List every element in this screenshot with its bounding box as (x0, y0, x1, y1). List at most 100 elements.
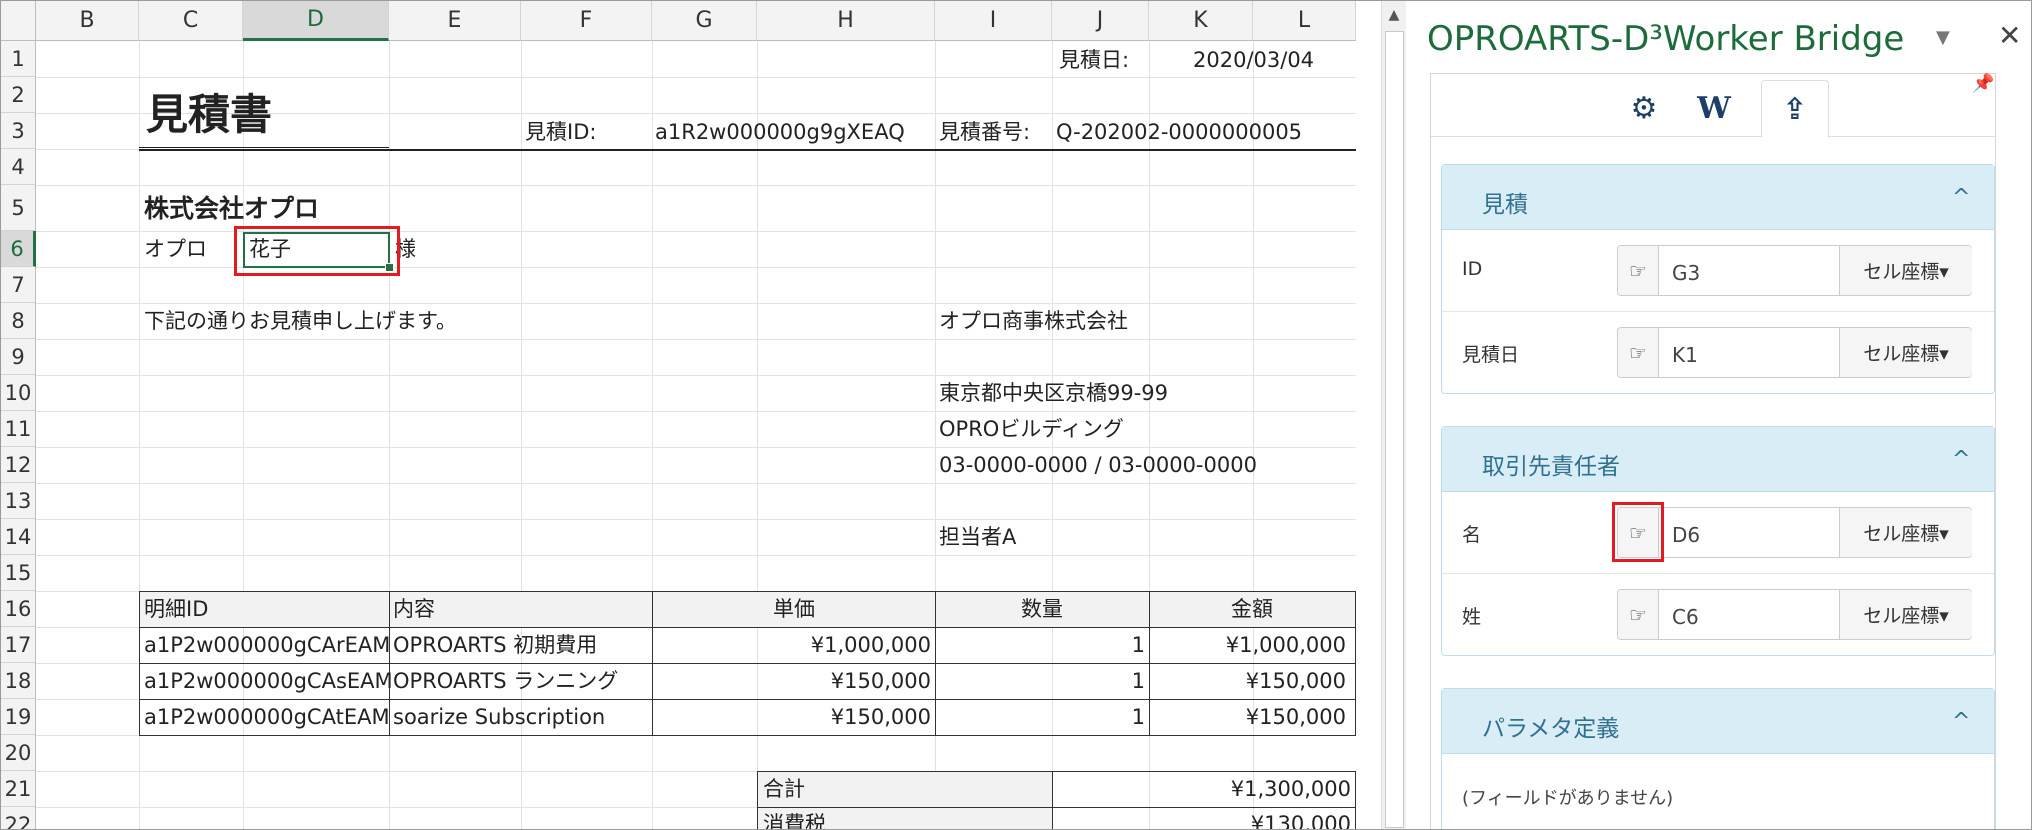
column-header-g[interactable]: G (652, 1, 757, 41)
quote-id-label: 見積ID: (525, 120, 597, 144)
section-parameters-header[interactable]: パラメタ定義 ^ (1442, 689, 1994, 754)
select-all-corner[interactable] (1, 1, 36, 41)
section-contact-header[interactable]: 取引先責任者 ^ (1442, 427, 1994, 492)
column-header-d[interactable]: D (243, 1, 389, 41)
column-header-k[interactable]: K (1149, 1, 1253, 41)
vertical-scrollbar[interactable]: ▲ (1381, 1, 1406, 829)
cell-mode-dropdown[interactable]: セル座標▾ (1839, 508, 1972, 557)
cell-address-input[interactable] (1670, 260, 1784, 286)
row-header-6[interactable]: 6 (1, 231, 36, 267)
table-row-2-amount: ¥150,000 (1245, 669, 1346, 693)
tab-word-icon[interactable]: W (1681, 80, 1747, 136)
section-parameters: パラメタ定義 ^ (フィールドがありません) (1441, 688, 1995, 829)
quote-no-value: Q-202002-0000000005 (1056, 120, 1303, 144)
column-header-b[interactable]: B (36, 1, 139, 41)
quote-no-label: 見積番号: (939, 120, 1031, 144)
field-input-group: ☞ セル座標▾ (1617, 327, 1972, 378)
cell-address-input[interactable] (1670, 604, 1784, 630)
row-header-17[interactable]: 17 (1, 627, 36, 663)
collapse-caret-icon[interactable]: ^ (1952, 185, 1970, 210)
row-header-20[interactable]: 20 (1, 735, 36, 771)
table-row-1-id: a1P2w000000gCArEAM (144, 633, 391, 657)
row-header-9[interactable]: 9 (1, 339, 36, 375)
field-row-first-name: 名 ☞ セル座標▾ (1442, 492, 1994, 574)
column-header-l[interactable]: L (1253, 1, 1356, 41)
table-row-3-content: soarize Subscription (393, 705, 606, 729)
row-header-3[interactable]: 3 (1, 113, 36, 149)
pick-cell-hand-icon[interactable]: ☞ (1618, 246, 1659, 295)
section-quote-title: 見積 (1482, 192, 1528, 218)
field-label: 姓 (1462, 606, 1482, 628)
tab-settings-gear-icon[interactable]: ⚙ (1611, 80, 1677, 136)
window-frame: B C D E F G H I J K L 1 2 3 4 5 6 7 8 9 … (0, 0, 2032, 830)
tax-label: 消費税 (763, 812, 826, 830)
scrollbar-thumb[interactable] (1385, 31, 1404, 828)
pin-icon[interactable]: 📌 (1972, 73, 1994, 95)
cell-address-input[interactable] (1670, 522, 1784, 548)
table-header-qty: 数量 (1021, 597, 1063, 621)
issuer-phone: 03-0000-0000 / 03-0000-0000 (939, 453, 1257, 477)
subtotal-label: 合計 (763, 777, 805, 801)
tab-upload-icon[interactable]: ⇪ (1761, 80, 1829, 138)
column-header-i[interactable]: I (935, 1, 1052, 41)
panel-close-icon[interactable]: ✕ (1998, 19, 2021, 52)
pick-cell-hand-icon[interactable]: ☞ (1618, 328, 1659, 377)
row-header-19[interactable]: 19 (1, 699, 36, 735)
issuer-company: オプロ商事株式会社 (939, 309, 1128, 333)
spreadsheet[interactable]: B C D E F G H I J K L 1 2 3 4 5 6 7 8 9 … (1, 1, 1356, 830)
panel-tabs: ⚙ W ⇪ (1431, 74, 1995, 138)
contact-last-name: オプロ (144, 237, 207, 261)
column-header-h[interactable]: H (757, 1, 935, 41)
highlight-box-d6 (234, 226, 400, 276)
row-header-8[interactable]: 8 (1, 303, 36, 339)
row-header-22[interactable]: 22 (1, 807, 36, 829)
quote-id-value: a1R2w000000g9gXEAQ (655, 120, 905, 144)
row-header-12[interactable]: 12 (1, 447, 36, 483)
table-row-1-unit-price: ¥1,000,000 (810, 633, 931, 657)
quote-date-label: 見積日: (1059, 48, 1130, 72)
row-header-13[interactable]: 13 (1, 483, 36, 519)
table-row-2-unit-price: ¥150,000 (830, 669, 931, 693)
pick-cell-hand-icon[interactable]: ☞ (1618, 590, 1659, 639)
collapse-caret-icon[interactable]: ^ (1952, 447, 1970, 472)
column-header-j[interactable]: J (1052, 1, 1149, 41)
row-header-21[interactable]: 21 (1, 771, 36, 807)
table-header-bg (140, 592, 1356, 627)
row-header-16[interactable]: 16 (1, 591, 36, 627)
row-header-5[interactable]: 5 (1, 185, 36, 231)
table-row-3-amount: ¥150,000 (1245, 705, 1346, 729)
doc-title: 見積書 (146, 90, 273, 139)
row-header-18[interactable]: 18 (1, 663, 36, 699)
row-header-11[interactable]: 11 (1, 411, 36, 447)
cell-address-input[interactable] (1670, 342, 1784, 368)
row-header-4[interactable]: 4 (1, 149, 36, 185)
greeting-text: 下記の通りお見積申し上げます。 (144, 309, 457, 333)
panel-title: OPROARTS-D³Worker Bridge (1427, 19, 1905, 59)
row-header-2[interactable]: 2 (1, 77, 36, 113)
table-header-amount: 金額 (1231, 597, 1273, 621)
table-row-1-content: OPROARTS 初期費用 (393, 633, 598, 657)
table-row-3-id: a1P2w000000gCAtEAM (144, 705, 390, 729)
table-row-3-unit-price: ¥150,000 (830, 705, 931, 729)
cell-mode-dropdown[interactable]: セル座標▾ (1839, 328, 1972, 377)
issuer-rep: 担当者A (939, 525, 1017, 549)
panel-body: ⚙ W ⇪ 見積 ^ ID ☞ セル座標▾ (1430, 73, 1996, 829)
cell-mode-dropdown[interactable]: セル座標▾ (1839, 246, 1972, 295)
table-row-1-amount: ¥1,000,000 (1225, 633, 1346, 657)
cell-mode-dropdown[interactable]: セル座標▾ (1839, 590, 1972, 639)
scroll-up-arrow-icon[interactable]: ▲ (1384, 5, 1404, 25)
row-header-1[interactable]: 1 (1, 41, 36, 77)
table-row-3-qty: 1 (1131, 705, 1145, 729)
column-header-c[interactable]: C (139, 1, 243, 41)
issuer-building: OPROビルディング (939, 417, 1124, 441)
row-header-7[interactable]: 7 (1, 267, 36, 303)
column-header-f[interactable]: F (521, 1, 652, 41)
panel-options-chevron-icon[interactable]: ▼ (1936, 27, 1950, 48)
collapse-caret-icon[interactable]: ^ (1952, 709, 1970, 734)
row-header-15[interactable]: 15 (1, 555, 36, 591)
row-header-10[interactable]: 10 (1, 375, 36, 411)
section-contact: 取引先責任者 ^ 名 ☞ セル座標▾ 姓 ☞ (1441, 426, 1995, 656)
column-header-e[interactable]: E (389, 1, 521, 41)
row-header-14[interactable]: 14 (1, 519, 36, 555)
section-quote-header[interactable]: 見積 ^ (1442, 165, 1994, 230)
